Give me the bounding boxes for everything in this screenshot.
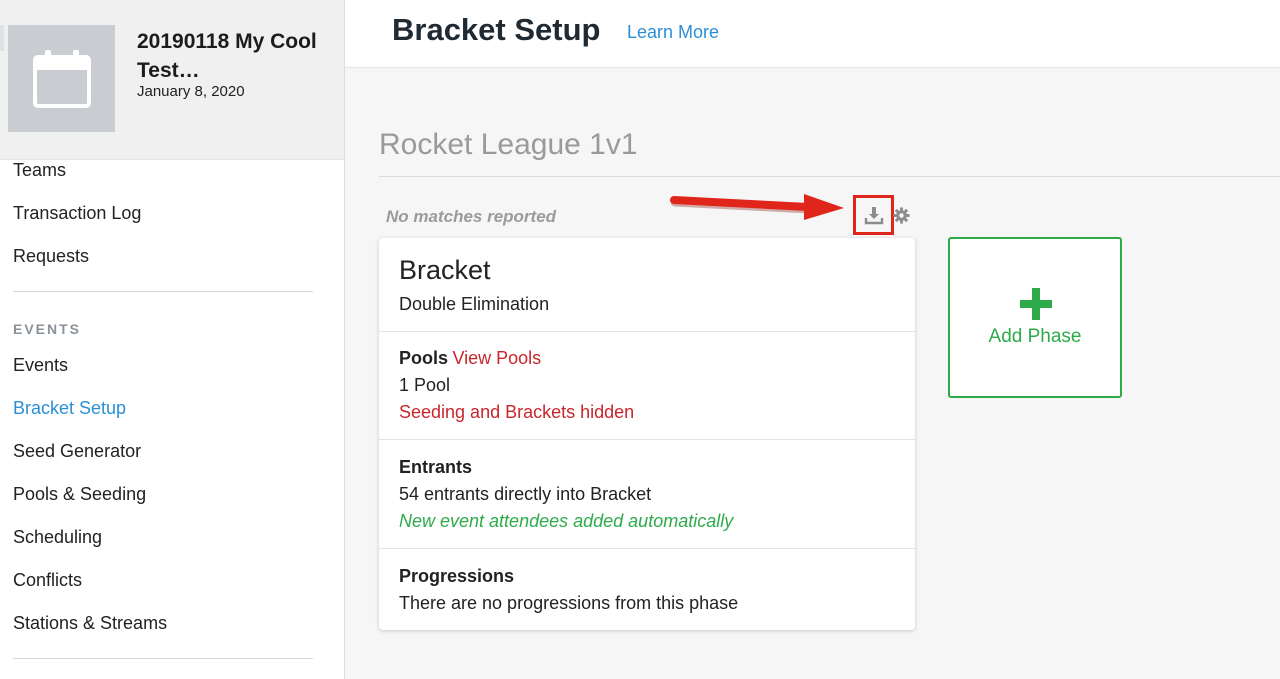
download-icon xyxy=(864,207,883,225)
sidebar-item-events[interactable]: Events xyxy=(13,355,68,376)
add-phase-label: Add Phase xyxy=(988,326,1082,347)
phase-card[interactable]: Bracket Double Elimination Pools View Po… xyxy=(379,238,915,630)
phase-type: Double Elimination xyxy=(399,294,550,314)
page-title: Bracket Setup xyxy=(392,12,601,47)
pools-section: Pools View Pools 1 Pool Seeding and Brac… xyxy=(379,331,915,440)
seeding-hidden-note: Seeding and Brackets hidden xyxy=(399,402,635,422)
plus-icon xyxy=(1020,288,1052,320)
sidebar-section-events: EVENTS xyxy=(13,321,82,337)
sidebar-item-requests[interactable]: Requests xyxy=(13,246,89,267)
event-name-heading: Rocket League 1v1 xyxy=(379,128,638,161)
sidebar-item-pools-seeding[interactable]: Pools & Seeding xyxy=(13,484,146,505)
progressions-label: Progressions xyxy=(399,566,515,586)
event-date: January 8, 2020 xyxy=(137,83,245,100)
view-pools-link[interactable]: View Pools xyxy=(452,348,541,368)
sidebar-item-seed-generator[interactable]: Seed Generator xyxy=(13,441,141,462)
sidebar-divider xyxy=(13,658,313,659)
sidebar-item-transaction-log[interactable]: Transaction Log xyxy=(13,203,141,224)
sidebar-divider xyxy=(13,291,313,292)
entrants-count: 54 entrants directly into Bracket xyxy=(399,484,652,504)
match-status: No matches reported xyxy=(386,207,557,226)
gear-icon[interactable] xyxy=(893,207,910,224)
sidebar-item-stations-streams[interactable]: Stations & Streams xyxy=(13,613,167,634)
progressions-section: Progressions There are no progressions f… xyxy=(379,548,915,630)
pools-label: Pools xyxy=(399,348,449,368)
sidebar-item-teams[interactable]: Teams xyxy=(13,160,66,181)
phase-title: Bracket xyxy=(399,255,491,285)
learn-more-link[interactable]: Learn More xyxy=(627,22,719,43)
download-button[interactable] xyxy=(853,195,894,235)
sidebar-item-bracket-setup[interactable]: Bracket Setup xyxy=(13,398,126,419)
pool-count: 1 Pool xyxy=(399,375,451,395)
sidebar-item-scheduling[interactable]: Scheduling xyxy=(13,527,102,548)
sidebar-item-conflicts[interactable]: Conflicts xyxy=(13,570,82,591)
progressions-text: There are no progressions from this phas… xyxy=(399,593,739,613)
add-phase-button[interactable]: Add Phase xyxy=(948,237,1122,398)
annotation-arrow xyxy=(670,194,844,220)
event-header: 20190118 My Cool Test… January 8, 2020 xyxy=(0,0,344,160)
heading-divider xyxy=(379,176,1280,177)
entrants-note: New event attendees added automatically xyxy=(399,511,734,531)
page-header: Bracket Setup Learn More xyxy=(345,0,1280,68)
sidebar-edge xyxy=(0,25,4,51)
entrants-label: Entrants xyxy=(399,457,473,477)
event-thumbnail[interactable] xyxy=(8,25,115,132)
calendar-icon xyxy=(32,49,91,108)
event-title: 20190118 My Cool Test… xyxy=(137,30,317,82)
entrants-section: Entrants 54 entrants directly into Brack… xyxy=(379,439,915,548)
sidebar: 20190118 My Cool Test… January 8, 2020 T… xyxy=(0,0,345,679)
